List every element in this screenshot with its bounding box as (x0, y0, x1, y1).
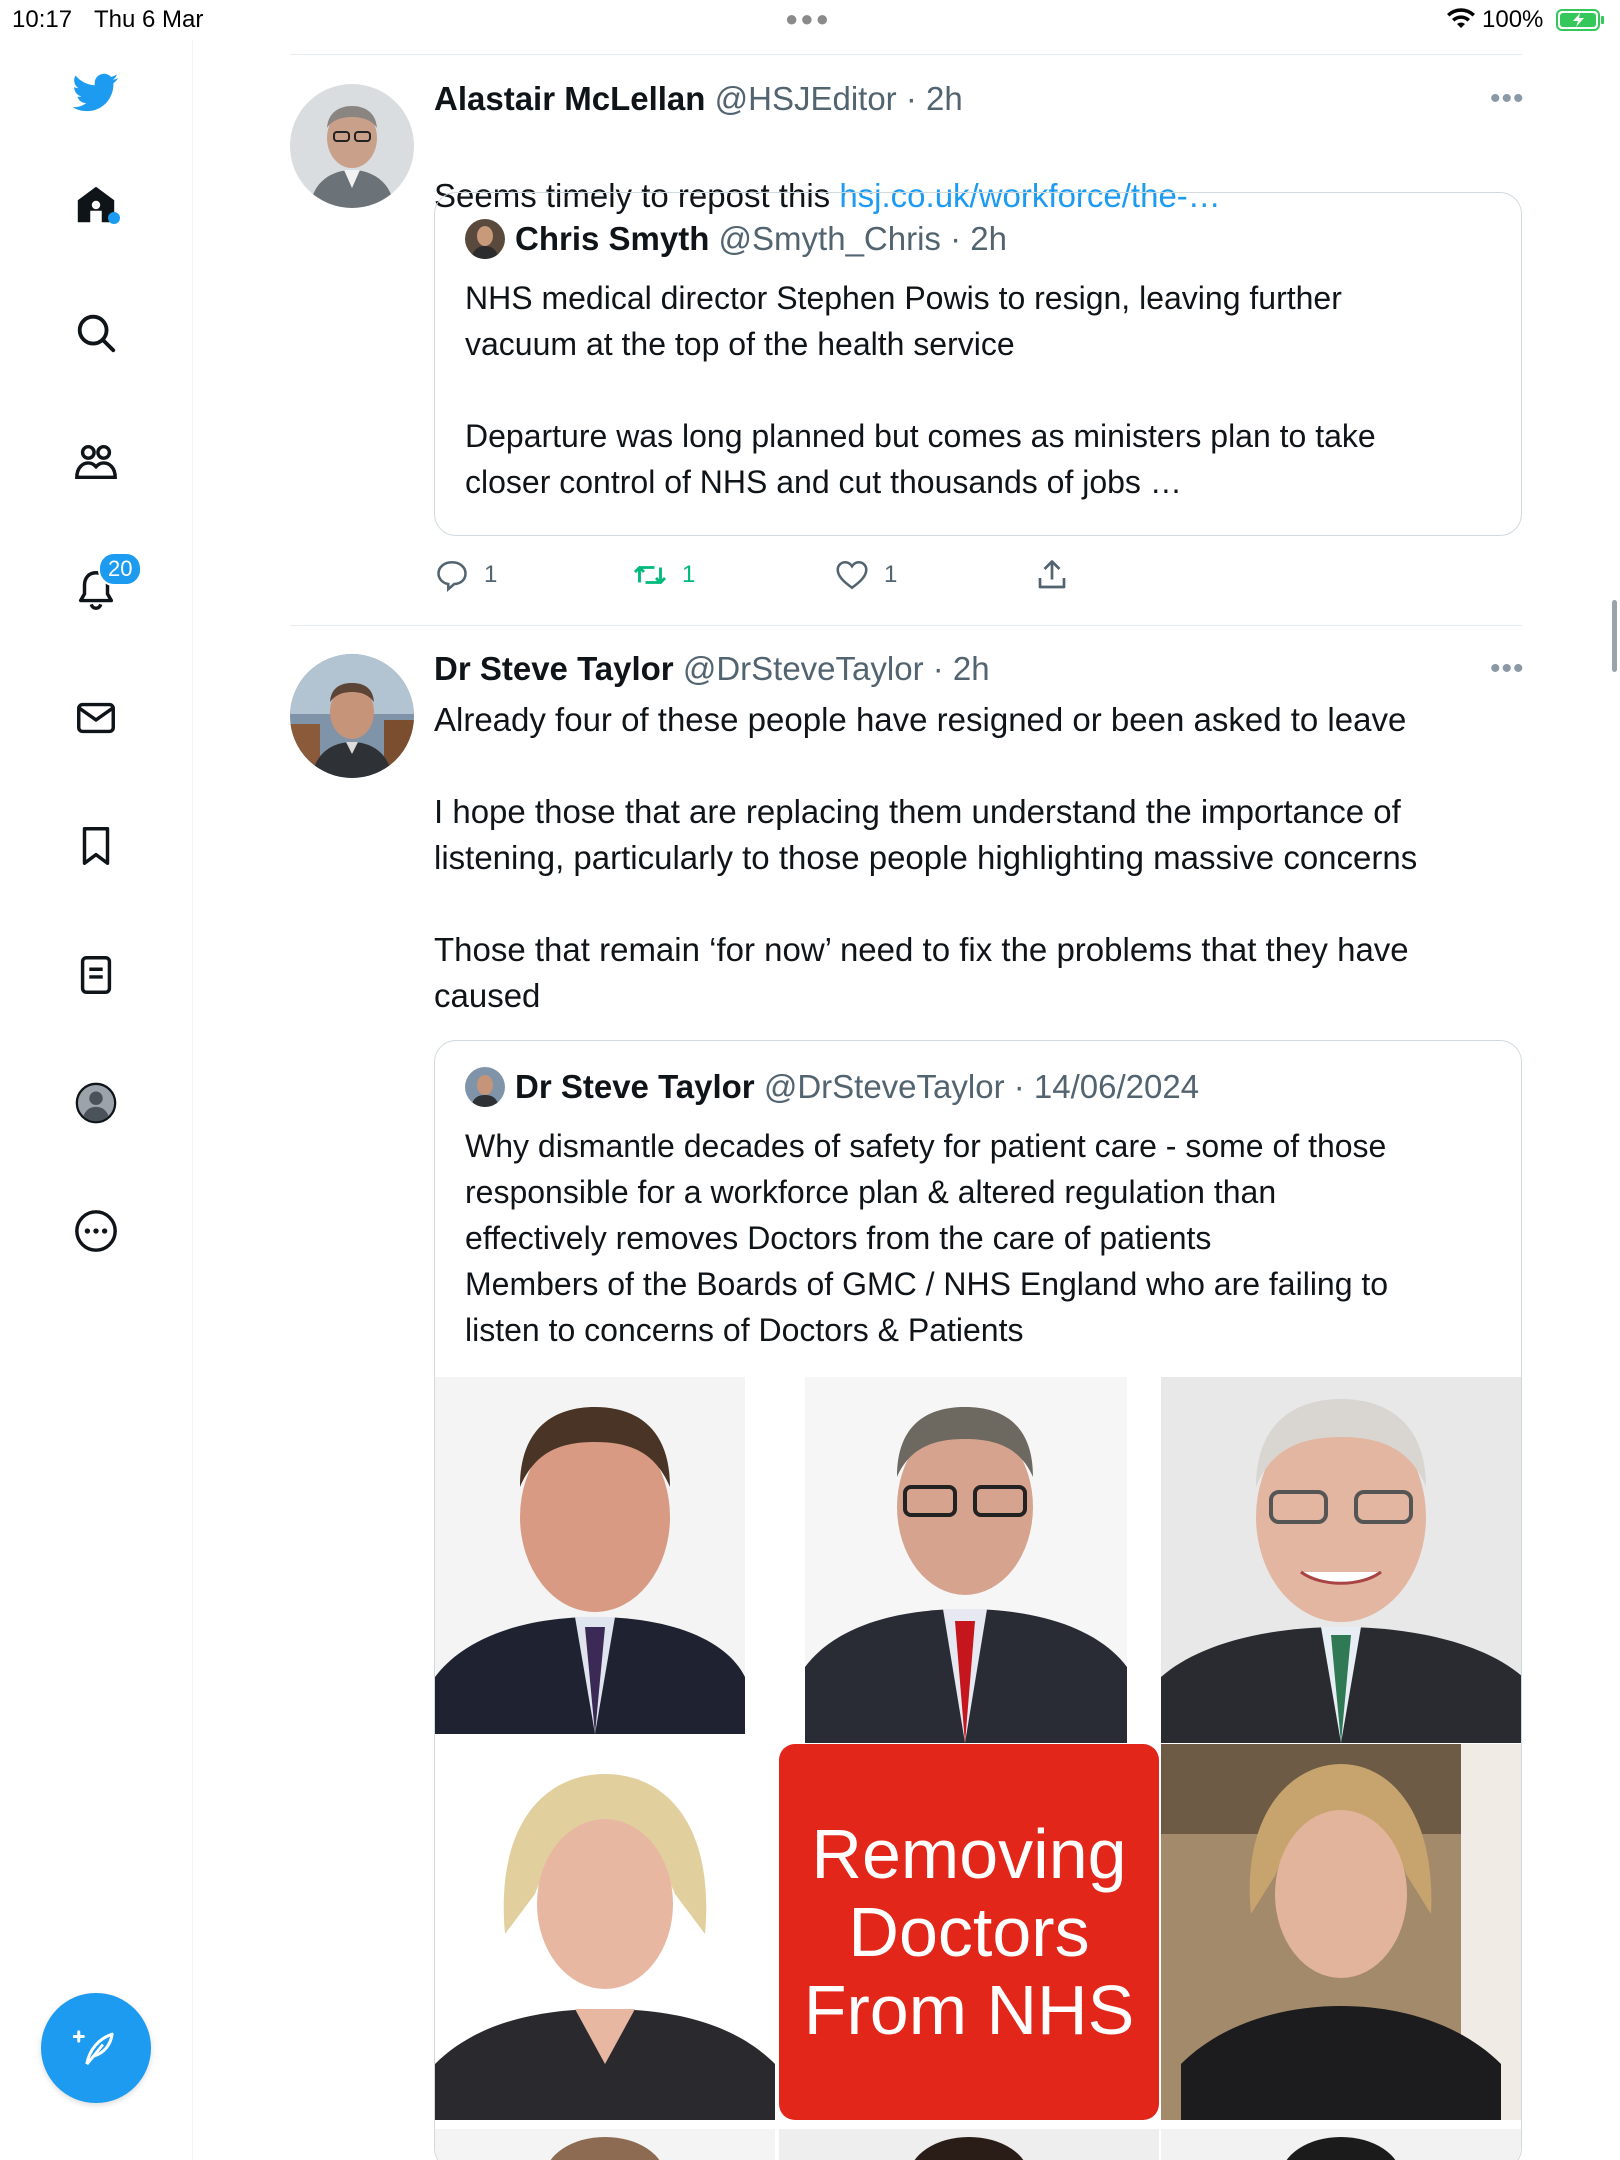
tweet-time[interactable]: · 2h (933, 650, 990, 687)
status-time: 10:17 (12, 6, 73, 33)
quoted-tweet-text: Why dismantle decades of safety for pati… (465, 1128, 1389, 1348)
lists-icon[interactable] (68, 947, 124, 1003)
tweet[interactable]: Alastair McLellan @HSJEditor · 2h ••• Se… (290, 54, 1525, 624)
tweet-actions: 1 1 1 (434, 557, 1522, 597)
portrait-photo (435, 2129, 775, 2160)
tweet-time[interactable]: · 2h (906, 80, 963, 117)
twitter-logo-icon[interactable] (68, 64, 124, 120)
quoted-tweet-time: · 14/06/2024 (1013, 1068, 1200, 1105)
reply-button[interactable]: 1 (434, 557, 497, 593)
avatar[interactable] (290, 84, 414, 208)
portrait-photo (1161, 2129, 1521, 2160)
portrait-photo (779, 2129, 1159, 2160)
tweet-more-icon[interactable]: ••• (1490, 652, 1525, 686)
share-button[interactable] (1034, 557, 1084, 593)
quoted-avatar (465, 219, 505, 259)
portrait-photo (1161, 1744, 1521, 2120)
notifications-badge: 20 (98, 552, 143, 586)
removing-doctors-graphic: Removing Doctors From NHS (779, 1744, 1159, 2120)
sidebar: 20 (0, 40, 193, 2160)
compose-feather-icon (73, 2030, 114, 2066)
like-count: 1 (884, 561, 898, 588)
quoted-tweet[interactable]: Dr Steve Taylor @DrSteveTaylor · 14/06/2… (434, 1040, 1522, 2160)
like-button[interactable]: 1 (834, 557, 897, 593)
quoted-avatar (465, 1067, 505, 1107)
portrait-photo (435, 1744, 775, 2120)
more-icon[interactable] (68, 1203, 124, 1259)
scrollbar-thumb[interactable] (1612, 600, 1617, 672)
retweet-count: 1 (682, 561, 696, 588)
messages-icon[interactable] (68, 690, 124, 746)
status-date: Thu 6 Mar (94, 6, 204, 33)
tweet-more-icon[interactable]: ••• (1490, 82, 1525, 116)
portrait-photo (435, 1377, 745, 1734)
author-handle[interactable]: @HSJEditor (715, 80, 897, 117)
profile-icon[interactable] (68, 1075, 124, 1131)
reply-count: 1 (484, 561, 498, 588)
battery-percent: 100% (1482, 6, 1544, 33)
home-icon[interactable] (68, 177, 124, 233)
quoted-tweet[interactable]: Chris Smyth @Smyth_Chris · 2h NHS medica… (434, 192, 1522, 536)
bookmarks-icon[interactable] (68, 818, 124, 874)
retweet-icon (633, 566, 667, 584)
quoted-author-handle: @Smyth_Chris (718, 220, 941, 257)
heart-icon (836, 560, 868, 590)
quoted-tweet-image[interactable]: Removing Doctors From NHS (435, 1377, 1521, 2160)
author-name[interactable]: Alastair McLellan (434, 80, 705, 117)
graphic-caption: Removing Doctors From NHS (803, 1815, 1135, 2049)
home-unread-dot (108, 212, 120, 224)
share-icon (1038, 560, 1066, 589)
author-handle[interactable]: @DrSteveTaylor (683, 650, 924, 687)
search-icon[interactable] (68, 305, 124, 361)
multitasking-dots-icon[interactable]: ●●● (785, 6, 831, 32)
avatar[interactable] (290, 654, 414, 778)
wifi-icon (1447, 8, 1475, 28)
quoted-author-handle: @DrSteveTaylor (763, 1068, 1005, 1105)
communities-icon[interactable] (68, 434, 124, 490)
quoted-tweet-time: · 2h (950, 220, 1007, 257)
portrait-photo (805, 1377, 1127, 1743)
author-name[interactable]: Dr Steve Taylor (434, 650, 674, 687)
tweet[interactable]: Dr Steve Taylor @DrSteveTaylor · 2h ••• … (290, 626, 1525, 2160)
quoted-tweet-text: NHS medical director Stephen Powis to re… (465, 280, 1376, 500)
compose-tweet-button[interactable] (41, 1993, 151, 2103)
quoted-author-name: Chris Smyth (515, 220, 710, 257)
status-bar: 10:17 Thu 6 Mar ●●● 100% (0, 0, 1620, 40)
tweet-text: Already four of these people have resign… (434, 701, 1418, 1014)
battery-charging-icon (1556, 9, 1604, 31)
quoted-author-name: Dr Steve Taylor (515, 1068, 755, 1105)
portrait-photo (1161, 1377, 1521, 1743)
retweet-button[interactable]: 1 (632, 557, 695, 593)
reply-icon (437, 560, 467, 593)
